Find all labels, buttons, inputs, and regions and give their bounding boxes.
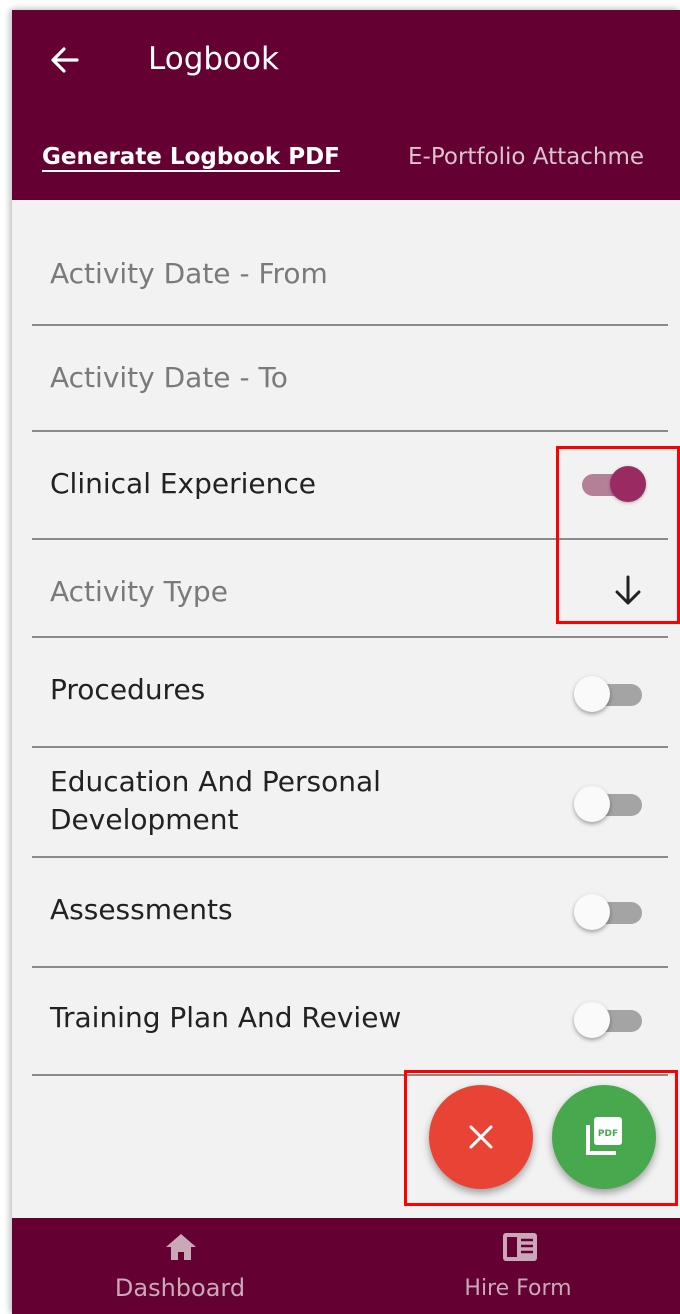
activity-type-placeholder: Activity Type	[50, 575, 228, 608]
back-button[interactable]	[46, 40, 86, 80]
section-row-procedures: Procedures	[32, 638, 668, 748]
toggle-knob	[574, 676, 610, 712]
date-from-field[interactable]: Activity Date - From	[32, 218, 668, 326]
tab-generate-logbook-pdf[interactable]: Generate Logbook PDF	[42, 142, 340, 172]
training-plan-toggle[interactable]	[574, 1000, 646, 1040]
date-from-placeholder: Activity Date - From	[50, 257, 328, 290]
nav-item-dashboard[interactable]: Dashboard	[80, 1218, 280, 1314]
bottom-navigation: Dashboard Hire Form	[12, 1218, 680, 1314]
home-icon	[166, 1234, 196, 1260]
section-row-education: Education And Personal Development	[32, 748, 668, 858]
arrow-left-icon	[51, 47, 79, 73]
date-to-field[interactable]: Activity Date - To	[32, 326, 668, 432]
procedures-toggle[interactable]	[574, 674, 646, 714]
toggle-knob	[574, 1002, 610, 1038]
tab-e-portfolio-attachments[interactable]: E-Portfolio Attachme	[408, 142, 644, 172]
section-label: Training Plan And Review	[50, 1001, 402, 1034]
section-label: Procedures	[50, 673, 206, 706]
education-toggle[interactable]	[574, 784, 646, 824]
assessments-toggle[interactable]	[574, 892, 646, 932]
date-to-placeholder: Activity Date - To	[50, 361, 288, 394]
app-bar: Logbook Generate Logbook PDF E-Portfolio…	[12, 10, 680, 200]
nav-label: Dashboard	[114, 1274, 246, 1302]
section-row-training-plan: Training Plan And Review	[32, 968, 668, 1076]
section-label-line1: Education And Personal	[50, 765, 381, 798]
toggle-knob	[574, 786, 610, 822]
nav-label: Hire Form	[464, 1276, 572, 1301]
toggle-knob	[574, 894, 610, 930]
page-title: Logbook	[148, 41, 279, 77]
app-screen: Logbook Generate Logbook PDF E-Portfolio…	[12, 10, 680, 1314]
section-label-line2: Development	[50, 803, 239, 836]
nav-item-hire-form[interactable]: Hire Form	[418, 1218, 618, 1314]
section-label: Clinical Experience	[50, 467, 317, 500]
annotation-box	[556, 446, 680, 624]
section-row-assessments: Assessments	[32, 858, 668, 968]
form-icon	[503, 1233, 537, 1261]
section-label: Assessments	[50, 893, 233, 926]
annotation-box	[404, 1070, 678, 1206]
